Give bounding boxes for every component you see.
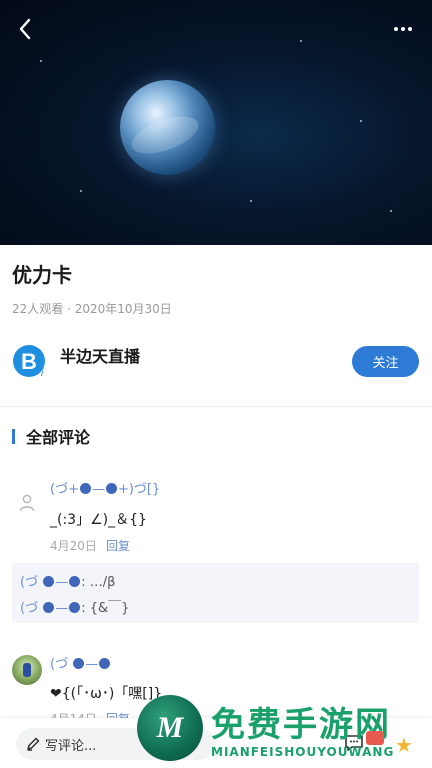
video-player[interactable] [0, 0, 432, 245]
star [80, 190, 82, 192]
comment-input-placeholder: 写评论... [45, 738, 97, 754]
dot-glyph [73, 658, 85, 669]
dot-glyph [99, 658, 111, 669]
dot-glyph [43, 576, 55, 587]
divider [0, 406, 432, 407]
reply-item: (づ —: …/β [20, 575, 116, 590]
follow-button[interactable]: 关注 [352, 346, 419, 377]
channel-logo[interactable]: B i [12, 342, 50, 380]
star [390, 210, 392, 212]
channel-name[interactable]: 半边天直播 [60, 343, 140, 367]
comment-author[interactable]: (づ+ — +)づ[} [50, 478, 160, 497]
watermark-logo: M [137, 695, 203, 761]
planet-image [120, 80, 215, 175]
more-dots-icon [394, 27, 398, 31]
watermark: M 免费手游网 MIANFEISHOUYOUWANG ★ [137, 695, 432, 768]
star [300, 40, 302, 42]
user-icon [19, 494, 35, 512]
comments-heading: 全部评论 [26, 428, 91, 447]
post-meta: 22人观看 · 2020年10月30日 [12, 302, 172, 316]
comments-header: 全部评论 [12, 424, 90, 448]
pen-icon [27, 737, 40, 751]
reply-button[interactable]: 回复 [106, 537, 130, 554]
post-title: 优力卡 [12, 263, 72, 287]
dot-glyph [105, 483, 117, 494]
star [40, 60, 42, 62]
chevron-left-icon [19, 18, 31, 40]
more-button[interactable] [388, 16, 418, 42]
back-button[interactable] [10, 14, 40, 44]
more-dots-icon [401, 27, 405, 31]
svg-text:B: B [21, 349, 37, 374]
comment-text: _(:3」∠)_＆{} [50, 512, 147, 528]
star [360, 120, 362, 122]
heart-badge-icon [366, 731, 384, 745]
dot-glyph [43, 602, 55, 613]
replies-box[interactable]: (づ —: …/β (づ —: {&￣} [12, 563, 419, 623]
dot-glyph [69, 602, 81, 613]
more-dots-icon [408, 27, 412, 31]
comment-author[interactable]: (づ — [50, 653, 111, 672]
dot-glyph [79, 483, 91, 494]
section-accent-bar [12, 428, 15, 444]
star [250, 200, 252, 202]
reply-item: (づ —: {&￣} [20, 601, 130, 616]
avatar[interactable] [12, 655, 42, 685]
svg-text:i: i [41, 368, 44, 379]
star-icon: ★ [395, 733, 413, 757]
comment-date: 4月20日 [50, 539, 97, 553]
watermark-title: 免费手游网 [211, 705, 391, 745]
avatar[interactable] [14, 490, 40, 516]
dot-glyph [69, 576, 81, 587]
watermark-subtitle: MIANFEISHOUYOUWANG [211, 745, 395, 759]
